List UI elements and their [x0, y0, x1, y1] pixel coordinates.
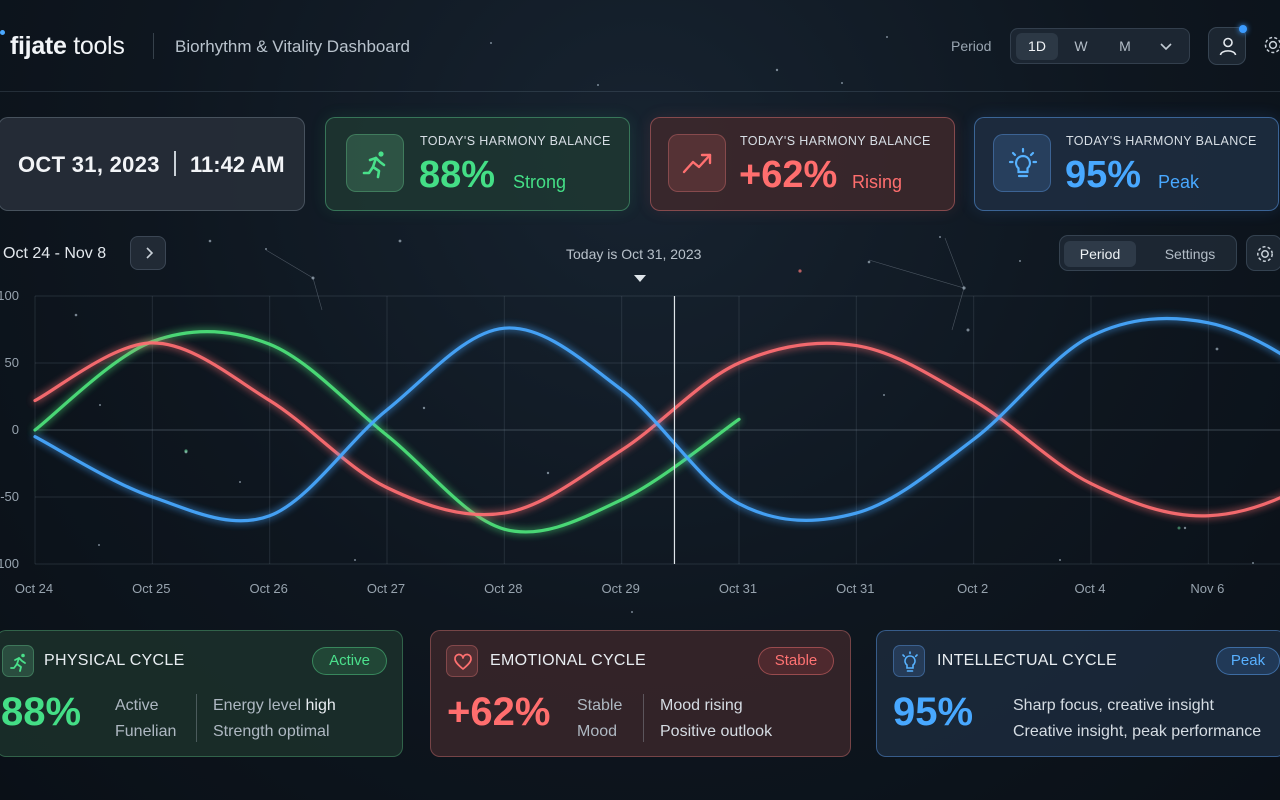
- period-1d-button[interactable]: 1D: [1016, 33, 1058, 60]
- y-tick-label: -100: [0, 556, 19, 571]
- cycle-detail: Mood rising: [660, 697, 743, 714]
- cycle-detail: Strength optimal: [213, 723, 330, 740]
- heart-icon: [454, 653, 472, 670]
- notification-dot: [1239, 25, 1247, 33]
- current-time: 11:42 AM: [190, 152, 285, 177]
- gear-icon: [1257, 246, 1273, 262]
- x-tick-label: Oct 24: [15, 581, 53, 596]
- x-tick-label: Oct 4: [1074, 581, 1105, 596]
- x-tick-label: Oct 26: [250, 581, 288, 596]
- period-label: Period: [951, 38, 992, 54]
- cycle-divider: [196, 694, 197, 742]
- lightbulb-icon: [902, 651, 918, 672]
- x-tick-label: Oct 28: [484, 581, 522, 596]
- y-tick-label: -50: [0, 489, 19, 504]
- y-tick-label: 0: [12, 422, 19, 437]
- y-tick-label: 100: [0, 288, 19, 303]
- next-range-button[interactable]: [130, 236, 166, 270]
- period-month-button[interactable]: M: [1108, 33, 1142, 60]
- running-icon: [10, 653, 26, 672]
- x-tick-label: Oct 2: [957, 581, 988, 596]
- cycle-value: +62%: [447, 690, 551, 734]
- status-badge: Active: [312, 647, 387, 675]
- x-tick-label: Oct 27: [367, 581, 405, 596]
- today-label: Today is Oct 31, 2023: [566, 246, 702, 262]
- app-logo[interactable]: fijate tools: [10, 32, 125, 61]
- stat-status: Peak: [1158, 172, 1200, 192]
- y-axis-labels: 100 50 0 -50 -100: [0, 288, 19, 571]
- x-tick-label: Nov 6: [1190, 581, 1224, 596]
- cycle-detail: Active: [115, 697, 159, 714]
- tab-period[interactable]: Period: [1064, 241, 1136, 267]
- cycle-icon-box: [893, 645, 925, 677]
- chart-series: [33, 316, 1280, 534]
- datetime-divider: [174, 151, 176, 176]
- stat-kicker: TODAY'S HARMONY BALANCE: [1066, 134, 1257, 148]
- stat-status: Rising: [852, 172, 903, 192]
- intellectual-series-line: [33, 316, 1280, 523]
- x-tick-label: Oct 25: [132, 581, 170, 596]
- period-selector: 1D W M: [1010, 28, 1190, 64]
- cycle-title: EMOTIONAL CYCLE: [490, 652, 646, 669]
- cycle-icon-box: [2, 645, 34, 677]
- chart-settings-button[interactable]: [1246, 235, 1280, 271]
- y-tick-label: 50: [5, 355, 19, 370]
- stat-kicker: TODAY'S HARMONY BALANCE: [740, 134, 931, 148]
- period-week-button[interactable]: W: [1064, 33, 1098, 60]
- x-tick-label: Oct 29: [602, 581, 640, 596]
- stat-icon-box: [993, 134, 1051, 192]
- stat-status: Strong: [513, 172, 567, 192]
- stat-value: 95%: [1065, 154, 1142, 196]
- cycle-detail: Creative insight, peak performance: [1013, 723, 1262, 740]
- trend-up-icon: [682, 153, 712, 174]
- cycle-title: INTELLECTUAL CYCLE: [937, 652, 1117, 669]
- cycle-icon-box: [446, 645, 478, 677]
- cycle-value: 88%: [1, 690, 82, 734]
- page-title: Biorhythm & Vitality Dashboard: [175, 37, 410, 56]
- x-tick-label: Oct 31: [719, 581, 757, 596]
- chevron-down-icon[interactable]: [1159, 40, 1173, 54]
- cycle-title: PHYSICAL CYCLE: [44, 652, 185, 669]
- x-axis-labels: Oct 24 Oct 25 Oct 26 Oct 27 Oct 28 Oct 29 Oct …: [15, 581, 1224, 596]
- running-icon: [362, 151, 386, 179]
- status-badge: Stable: [758, 647, 834, 675]
- chevron-right-icon: [146, 247, 154, 259]
- cycle-detail: Positive outlook: [660, 723, 773, 740]
- logo-dot: [0, 30, 5, 35]
- status-badge: Peak: [1216, 647, 1280, 675]
- date-range-label: Oct 24 - Nov 8: [3, 245, 107, 262]
- user-profile-button[interactable]: [1208, 27, 1246, 65]
- user-icon: [1219, 37, 1237, 56]
- stat-icon-box: [346, 134, 404, 192]
- cycle-detail: Sharp focus, creative insight: [1013, 697, 1214, 714]
- x-tick-label: Oct 31: [836, 581, 874, 596]
- biorhythm-chart[interactable]: 100500-50-100 Oct 24Oct 25Oct 26Oct 27Oc…: [0, 280, 1280, 600]
- cycle-detail: Funelian: [115, 723, 177, 740]
- settings-gear-icon[interactable]: [1262, 34, 1280, 56]
- cycle-value: 95%: [893, 690, 974, 734]
- cycle-detail: Mood: [577, 723, 618, 740]
- current-date: OCT 31, 2023: [18, 152, 160, 177]
- lightbulb-icon: [1008, 147, 1038, 178]
- header-divider: [153, 33, 154, 59]
- stat-value: +62%: [739, 154, 838, 196]
- stat-icon-box: [668, 134, 726, 192]
- tab-settings[interactable]: Settings: [1150, 241, 1230, 267]
- cycle-detail: Energy level high: [213, 697, 336, 714]
- stat-kicker: TODAY'S HARMONY BALANCE: [420, 134, 611, 148]
- cycle-detail: Stable: [577, 697, 623, 714]
- cycle-divider: [643, 694, 644, 742]
- emotional-series-line: [33, 341, 1280, 518]
- stat-value: 88%: [419, 154, 496, 196]
- chart-view-tabs: Period Settings: [1059, 235, 1237, 271]
